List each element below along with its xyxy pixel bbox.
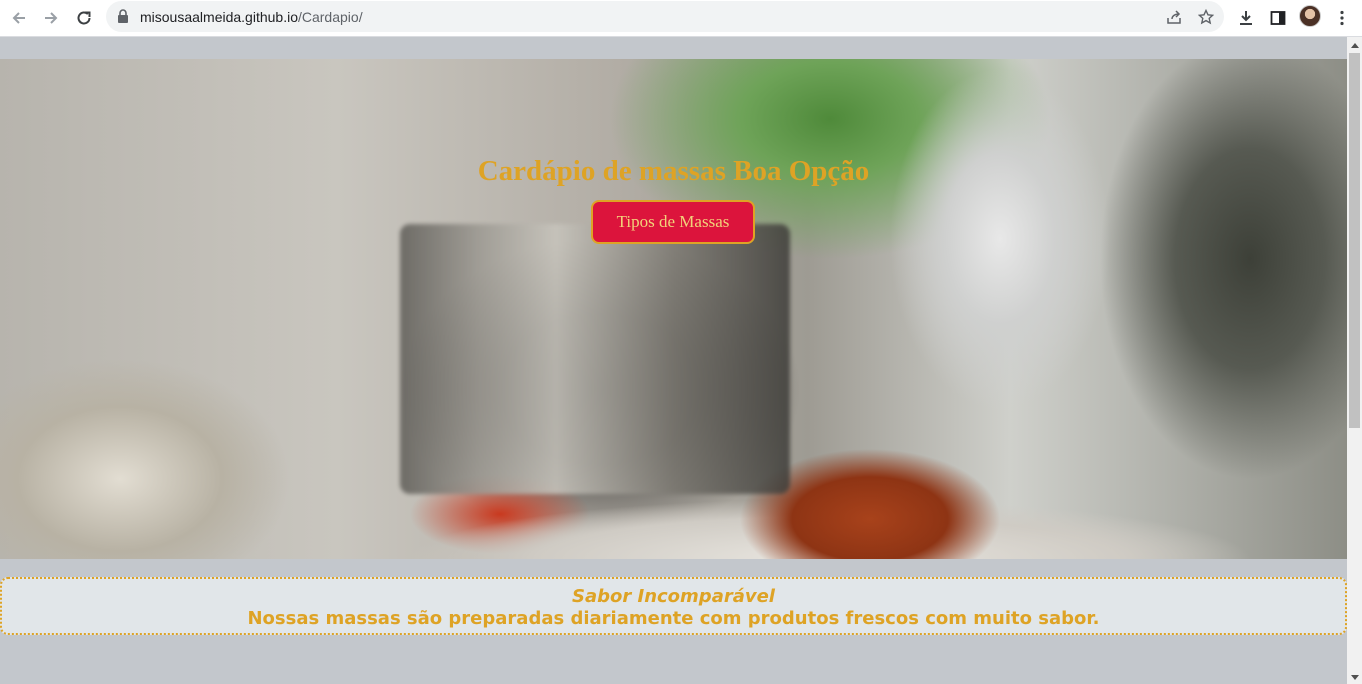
browser-toolbar: misousaalmeida.github.io/Cardapio/ (0, 0, 1362, 37)
downloads-button[interactable] (1233, 5, 1259, 31)
share-icon (1167, 10, 1181, 24)
forward-icon (45, 12, 58, 24)
url-path: /Cardapio/ (297, 9, 363, 25)
scroll-thumb[interactable] (1349, 53, 1360, 428)
side-panel-button[interactable] (1265, 5, 1291, 31)
profile-avatar[interactable] (1299, 5, 1321, 27)
lock-icon (118, 9, 128, 23)
bookmark-button[interactable] (1196, 7, 1216, 27)
reload-icon (77, 11, 91, 25)
page-title: Cardápio de massas Boa Opção (477, 155, 870, 187)
hero-content: Cardápio de massas Boa Opção Tipos de Ma… (0, 59, 1347, 559)
tagline-text: Nossas massas são preparadas diariamente… (247, 608, 1100, 629)
menu-kebab-icon (1340, 10, 1344, 26)
side-panel-icon (1270, 11, 1286, 25)
bookmark-star-icon (1198, 9, 1214, 25)
vertical-scrollbar[interactable] (1347, 37, 1362, 684)
tagline-heading: Sabor Incomparável (572, 586, 775, 607)
page-viewport: Cardápio de massas Boa Opção Tipos de Ma… (0, 37, 1347, 684)
scroll-down-icon[interactable] (1351, 675, 1359, 680)
browser-menu-button[interactable] (1329, 5, 1355, 31)
back-icon (12, 12, 25, 24)
hero-banner: Cardápio de massas Boa Opção Tipos de Ma… (0, 59, 1347, 559)
download-icon (1240, 11, 1252, 25)
url-host: misousaalmeida.github.io (140, 9, 298, 25)
url-text: misousaalmeida.github.io/Cardapio/ (140, 9, 363, 25)
scroll-up-icon[interactable] (1351, 43, 1359, 48)
tagline-box: Sabor Incomparável Nossas massas são pre… (0, 577, 1347, 635)
reload-button[interactable] (71, 5, 97, 31)
address-bar[interactable]: misousaalmeida.github.io/Cardapio/ (106, 1, 1224, 32)
forward-button[interactable] (38, 5, 64, 31)
back-button[interactable] (6, 5, 32, 31)
share-button[interactable] (1164, 7, 1184, 27)
pasta-types-button[interactable]: Tipos de Massas (591, 200, 755, 244)
